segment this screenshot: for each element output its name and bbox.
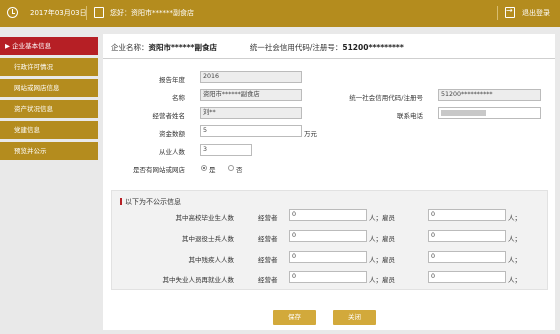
reemployed-employee-input[interactable]: 0 <box>428 271 506 283</box>
graduate-employee-input[interactable]: 0 <box>428 209 506 221</box>
end-text: 人； <box>508 214 521 222</box>
redacted-bar <box>441 110 486 116</box>
phone-label: 联系电话 <box>397 112 423 120</box>
website-no-label: 否 <box>236 166 243 174</box>
operator-label: 经营者姓名 <box>152 112 186 120</box>
end-text: 人； <box>508 256 521 264</box>
end-text: 人； <box>508 276 521 284</box>
sep-text: 人；雇员 <box>369 276 395 284</box>
company-name: 资阳市******副食店 <box>148 43 218 52</box>
capital-unit: 万元 <box>304 130 317 138</box>
sidebar-item-preview[interactable]: 预览并公示 <box>0 142 98 160</box>
year-field[interactable]: 2016 <box>200 71 302 83</box>
current-date: 2017年03月03日 <box>30 9 87 17</box>
graduate-operator-input[interactable]: 0 <box>289 209 367 221</box>
row-label: 其中退役士兵人数 <box>182 235 234 243</box>
capital-input[interactable]: 5 <box>200 125 302 137</box>
disabled-employee-input[interactable]: 0 <box>428 251 506 263</box>
section-title: 以下为不公示信息 <box>120 197 181 207</box>
close-button[interactable]: 关闭 <box>333 310 376 325</box>
operator-label: 经营者 <box>258 276 278 284</box>
sidebar-item-assets[interactable]: 资产状况信息 <box>0 100 98 118</box>
veteran-employee-input[interactable]: 0 <box>428 230 506 242</box>
veteran-operator-input[interactable]: 0 <box>289 230 367 242</box>
company-code: 51200********* <box>342 43 404 52</box>
sidebar-item-basic-info[interactable]: ▶ 企业基本信息 <box>0 37 98 55</box>
staff-label: 从业人数 <box>159 148 185 156</box>
row-label: 其中残疾人人数 <box>188 256 235 264</box>
staff-input[interactable]: 3 <box>200 144 252 156</box>
website-yes-radio[interactable] <box>201 165 207 171</box>
website-yes-label: 是 <box>209 166 216 174</box>
sep-text: 人；雇员 <box>369 256 395 264</box>
operator-field[interactable]: 刘** <box>200 107 302 119</box>
save-button[interactable]: 保存 <box>273 310 316 325</box>
row-label: 其中失业人员再就业人数 <box>162 276 235 284</box>
credit-code-field[interactable]: 51200********** <box>438 89 541 101</box>
top-bar: 2017年03月03日 您好：资阳市******副食店 退出登录 <box>0 0 560 27</box>
logout-link[interactable]: 退出登录 <box>522 8 550 18</box>
capital-label: 资金数额 <box>159 130 185 138</box>
operator-label: 经营者 <box>258 235 278 243</box>
year-label: 报告年度 <box>159 76 185 84</box>
operator-label: 经营者 <box>258 214 278 222</box>
phone-field[interactable] <box>438 107 541 119</box>
reemployed-operator-input[interactable]: 0 <box>289 271 367 283</box>
greeting-text: 您好：资阳市******副食店 <box>110 9 194 17</box>
disabled-operator-input[interactable]: 0 <box>289 251 367 263</box>
company-header: 企业名称：资阳市******副食店 统一社会信用代码/注册号：51200****… <box>111 42 404 53</box>
main-panel: 企业名称：资阳市******副食店 统一社会信用代码/注册号：51200****… <box>103 34 555 330</box>
name-label: 名称 <box>172 94 185 102</box>
sidebar-item-license[interactable]: 行政许可情况 <box>0 58 98 76</box>
divider <box>103 58 555 59</box>
end-text: 人； <box>508 235 521 243</box>
sep-text: 人；雇员 <box>369 214 395 222</box>
clock-icon <box>7 7 18 18</box>
divider <box>497 6 498 20</box>
sidebar-item-party[interactable]: 党建信息 <box>0 121 98 139</box>
operator-label: 经营者 <box>258 256 278 264</box>
company-name-label: 企业名称： <box>111 43 149 52</box>
website-no-radio[interactable] <box>228 165 234 171</box>
divider <box>86 6 87 20</box>
logout-icon[interactable] <box>505 6 515 18</box>
credit-code-label: 统一社会信用代码/注册号 <box>349 94 423 102</box>
sep-text: 人；雇员 <box>369 235 395 243</box>
sidebar-item-website[interactable]: 网站或网店信息 <box>0 79 98 97</box>
name-field[interactable]: 资阳市******副食店 <box>200 89 302 101</box>
private-info-section: 以下为不公示信息 其中高校毕业生人数 经营者 0 人；雇员 0 人； 其中退役士… <box>111 190 548 290</box>
sidebar: ▶ 企业基本信息 行政许可情况 网站或网店信息 资产状况信息 党建信息 预览并公… <box>0 37 98 163</box>
row-label: 其中高校毕业生人数 <box>175 214 235 222</box>
website-label: 是否有网站或网店 <box>133 166 185 174</box>
company-code-label: 统一社会信用代码/注册号： <box>249 43 343 52</box>
user-icon <box>94 7 104 18</box>
